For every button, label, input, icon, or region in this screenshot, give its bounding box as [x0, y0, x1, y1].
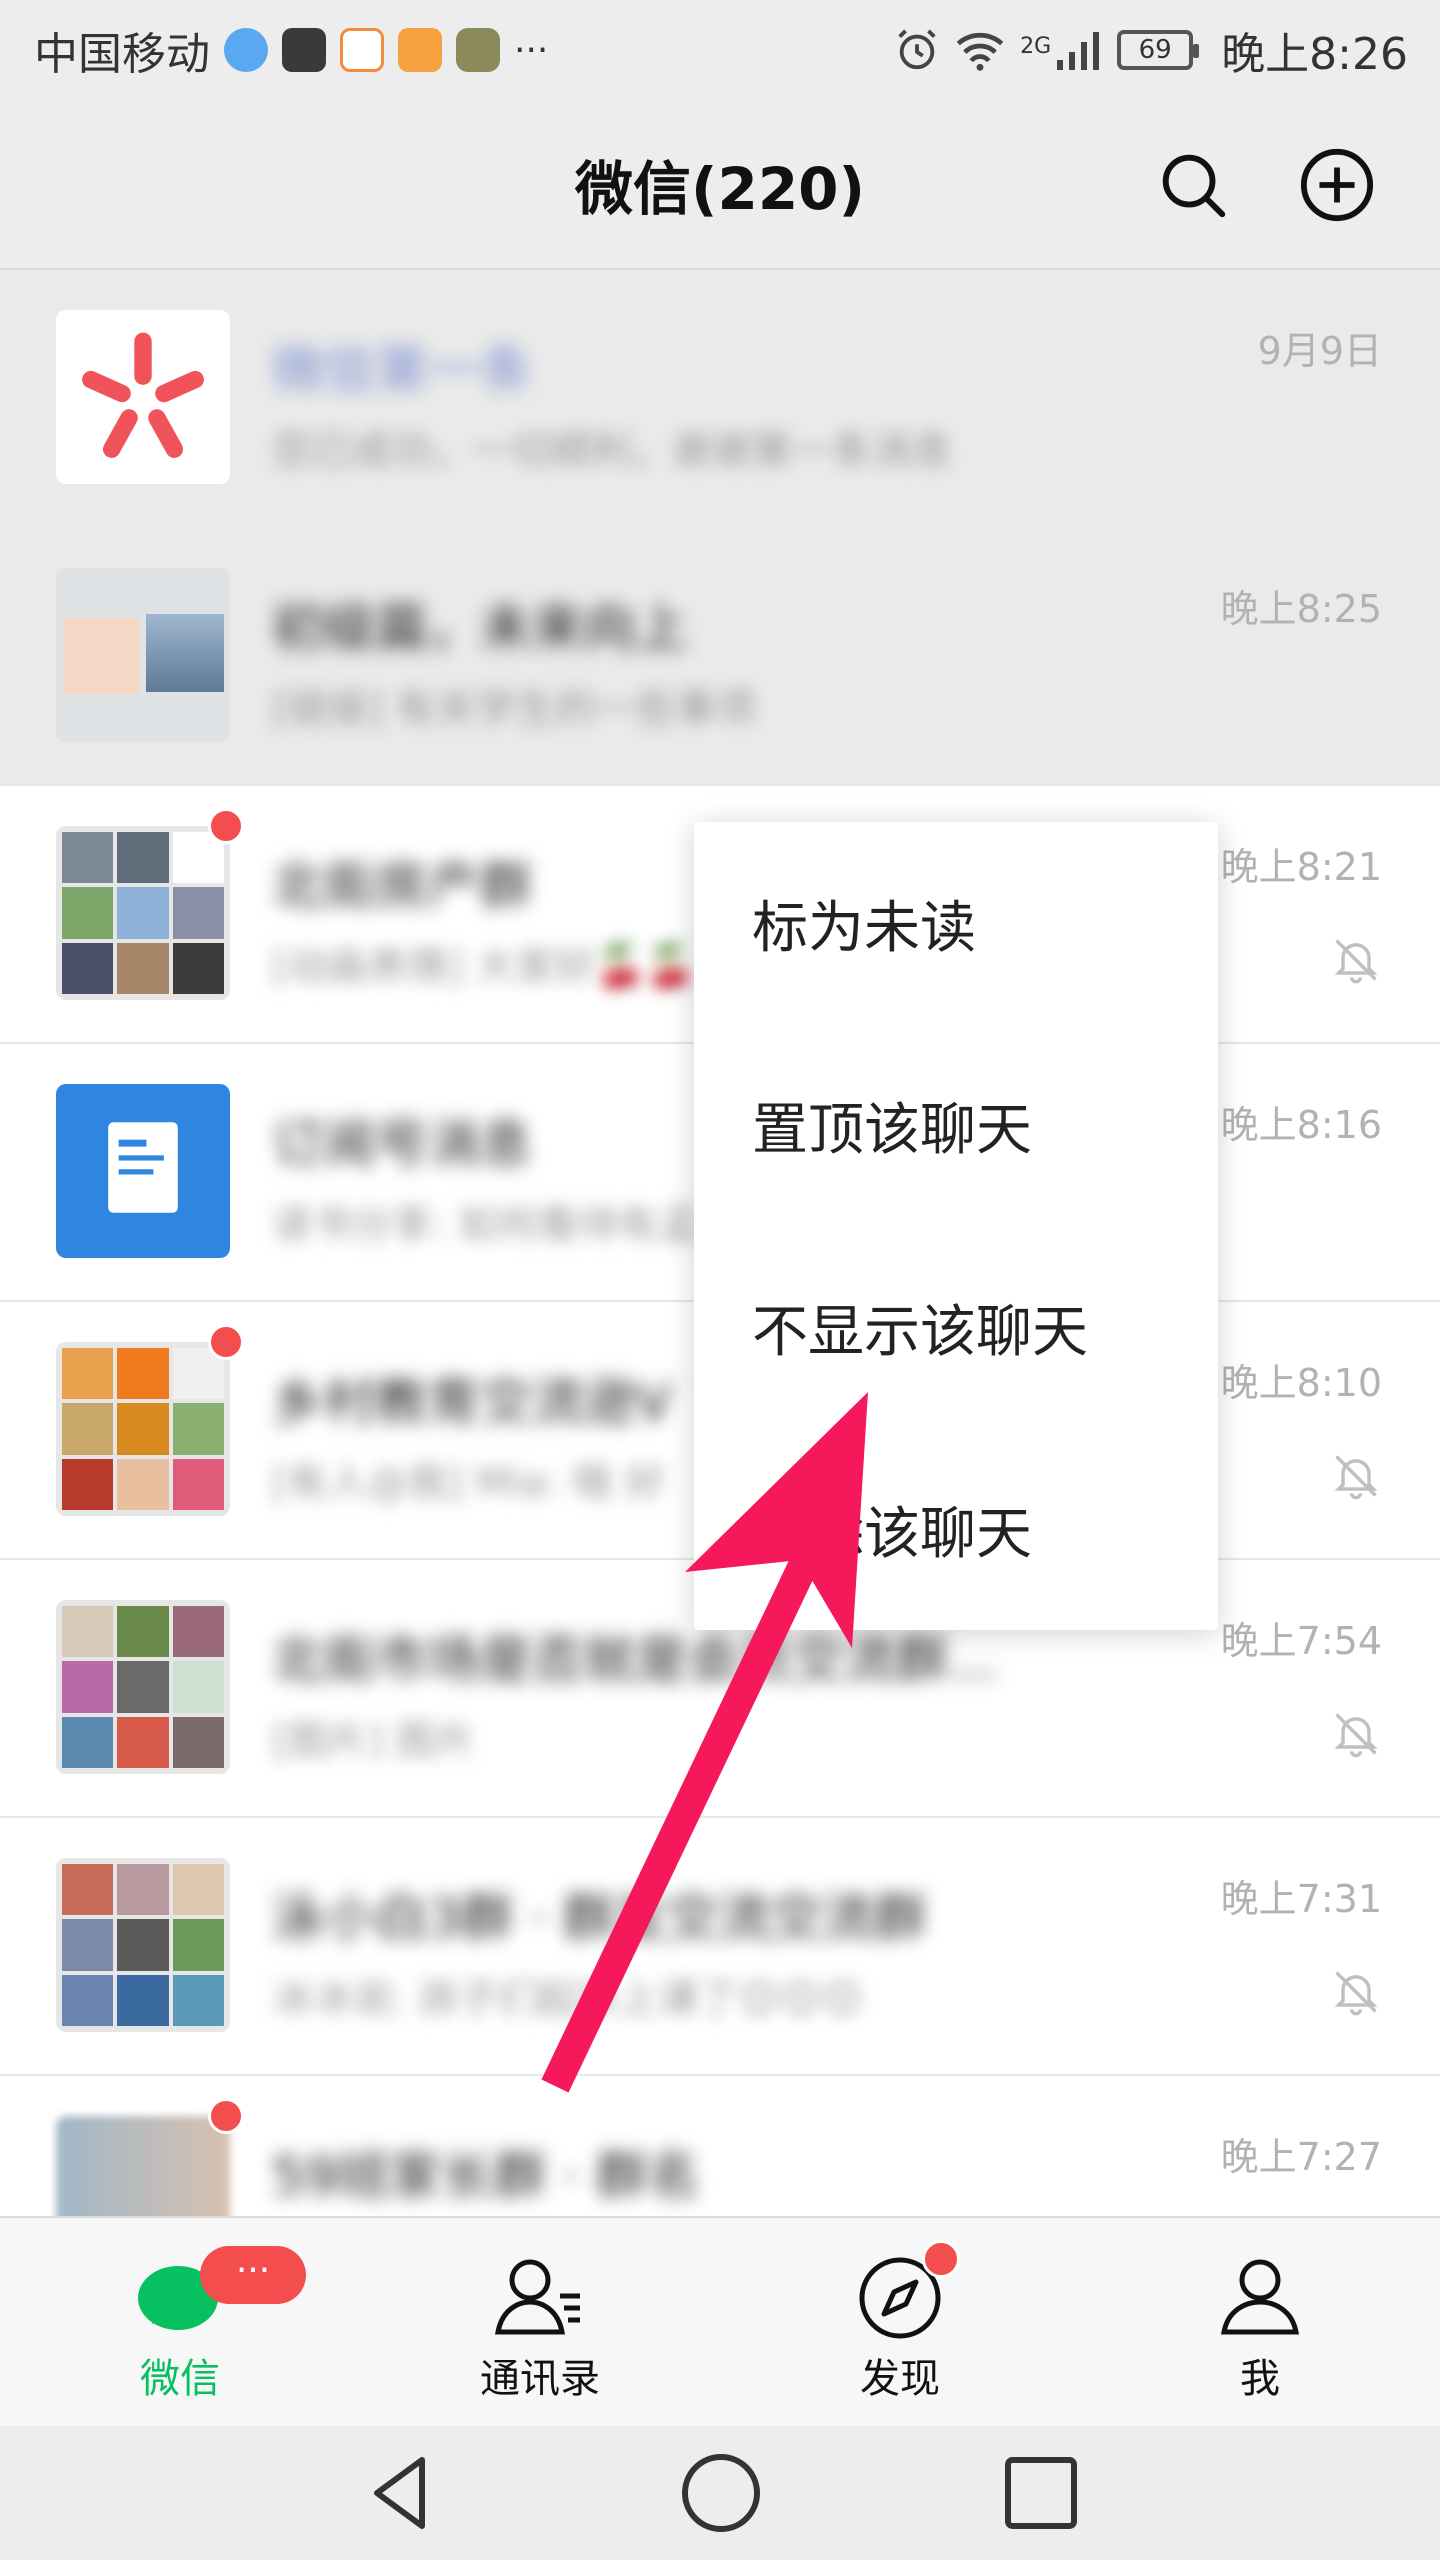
carrier-label: 中国移动 — [34, 29, 210, 80]
chat-name: 泳小白3群 · 群友交流交流群 — [272, 1889, 927, 1949]
document-icon — [108, 1122, 178, 1213]
recents-square-icon[interactable] — [996, 2448, 1086, 2538]
app-header: 微信(220) — [0, 100, 1440, 270]
group-avatar — [56, 1858, 230, 2032]
chat-time: 晚上8:21 — [1220, 845, 1382, 889]
unread-dot — [208, 1324, 244, 1360]
unread-dot — [208, 808, 244, 844]
clock: 晚上8:26 — [1221, 29, 1408, 80]
chat-row[interactable]: 初级篇，未来向上 [链接] 有关学生的一些事项 晚上8:25 — [0, 528, 1440, 786]
chat-time: 晚上8:10 — [1220, 1361, 1382, 1405]
chat-time: 晚上7:31 — [1220, 1877, 1382, 1921]
contacts-icon — [495, 2259, 580, 2335]
person-icon — [1221, 2259, 1299, 2335]
status-bar: 中国移动 ··· 2G 69 晚上8:26 — [0, 0, 1440, 100]
chat-name: 北街房产群 — [272, 857, 533, 917]
chat-preview: [动画表情] 大家好🍒🍒 — [272, 944, 696, 990]
chat-preview: 您已成功，一切顺利，谢谢第一条消息 — [272, 428, 952, 474]
search-icon[interactable] — [1154, 146, 1232, 224]
discover-badge-dot — [922, 2240, 960, 2278]
avatar — [56, 1084, 230, 1258]
red-star-logo-icon — [82, 332, 204, 458]
avatar-photo-sea — [146, 614, 224, 692]
tab-label: 发现 — [860, 2356, 940, 2402]
home-circle-icon[interactable] — [676, 2448, 766, 2538]
chat-preview: [图片] 图片 — [272, 1718, 476, 1764]
chat-preview: 冰冰说: 孩子们起来上课了😊😊😊 — [272, 1976, 864, 2022]
network-type: 2G — [1020, 34, 1052, 59]
group-avatar — [56, 1600, 230, 1774]
mute-bell-icon — [1334, 1971, 1378, 2016]
tab-me[interactable]: 我 — [1080, 2218, 1440, 2428]
avatar — [56, 310, 230, 484]
chat-row[interactable]: 59班家长群 · 群名 晚上7:27 — [0, 2076, 1440, 2216]
bottom-tab-bar: ··· 微信 通讯录 发现 我 — [0, 2216, 1440, 2426]
tab-contacts[interactable]: 通讯录 — [360, 2218, 720, 2428]
tab-discover[interactable]: 发现 — [720, 2218, 1080, 2428]
tab-label: 微信 — [140, 2356, 220, 2402]
menu-item-delete-chat[interactable]: 删除该聊天 — [694, 1428, 1218, 1630]
plus-circle-icon[interactable] — [1298, 146, 1376, 224]
avatar — [56, 568, 230, 742]
chat-name: 乡村教育交流逊V — [272, 1373, 672, 1433]
chat-name: 订阅号消息 — [272, 1115, 533, 1175]
chat-preview: 读书分享: 如何看待有孟女 — [272, 1202, 739, 1248]
menu-item-pin-chat[interactable]: 置顶该聊天 — [694, 1024, 1218, 1226]
menu-item-hide-chat[interactable]: 不显示该聊天 — [694, 1226, 1218, 1428]
back-triangle-icon[interactable] — [356, 2448, 446, 2538]
group-avatar — [56, 1342, 230, 1516]
mute-bell-icon — [1334, 939, 1378, 984]
mute-bell-icon — [1334, 1713, 1378, 1758]
chat-time: 晚上8:25 — [1220, 587, 1382, 631]
system-navigation-bar — [0, 2426, 1440, 2560]
chat-row[interactable]: 微信第一条 您已成功，一切顺利，谢谢第一条消息 9月9日 — [0, 270, 1440, 528]
camera-app-icon — [456, 28, 500, 72]
chat-row[interactable]: 泳小白3群 · 群友交流交流群 冰冰说: 孩子们起来上课了😊😊😊 晚上7:31 — [0, 1818, 1440, 2076]
chat-time: 晚上7:54 — [1220, 1619, 1382, 1663]
chat-preview: [有人@我] Mia: 哦 好 — [272, 1460, 665, 1506]
chat-time: 晚上8:16 — [1220, 1103, 1382, 1147]
video-app-icon — [398, 28, 442, 72]
tab-badge: ··· — [200, 2246, 306, 2304]
avatar-photo-couple — [64, 618, 140, 694]
wifi-icon — [956, 32, 1004, 71]
avatar — [56, 2116, 230, 2216]
tab-label: 通讯录 — [480, 2356, 600, 2402]
battery-indicator: 69 — [1117, 30, 1200, 70]
menu-item-mark-unread[interactable]: 标为未读 — [694, 822, 1218, 1024]
mute-bell-icon — [1334, 1455, 1378, 1500]
didi-icon — [340, 28, 384, 72]
huawei-app-icon — [282, 28, 326, 72]
chat-name: 微信第一条 — [272, 341, 533, 401]
chat-name: 59班家长群 · 群名 — [272, 2147, 700, 2207]
browser-icon — [224, 28, 268, 72]
chat-name: 初级篇，未来向上 — [272, 599, 689, 659]
chat-time: 9月9日 — [1257, 329, 1382, 373]
unread-dot — [208, 2098, 244, 2134]
tab-chats[interactable]: ··· 微信 — [0, 2218, 360, 2428]
chat-time: 晚上7:27 — [1220, 2135, 1382, 2179]
signal-icon — [1057, 32, 1100, 70]
more-notifications: ··· — [514, 29, 549, 71]
chat-preview: [链接] 有关学生的一些事项 — [272, 686, 756, 732]
context-menu: 标为未读 置顶该聊天 不显示该聊天 删除该聊天 — [694, 822, 1218, 1630]
group-avatar — [56, 826, 230, 1000]
alarm-icon — [898, 29, 936, 70]
tab-label: 我 — [1240, 2356, 1280, 2402]
